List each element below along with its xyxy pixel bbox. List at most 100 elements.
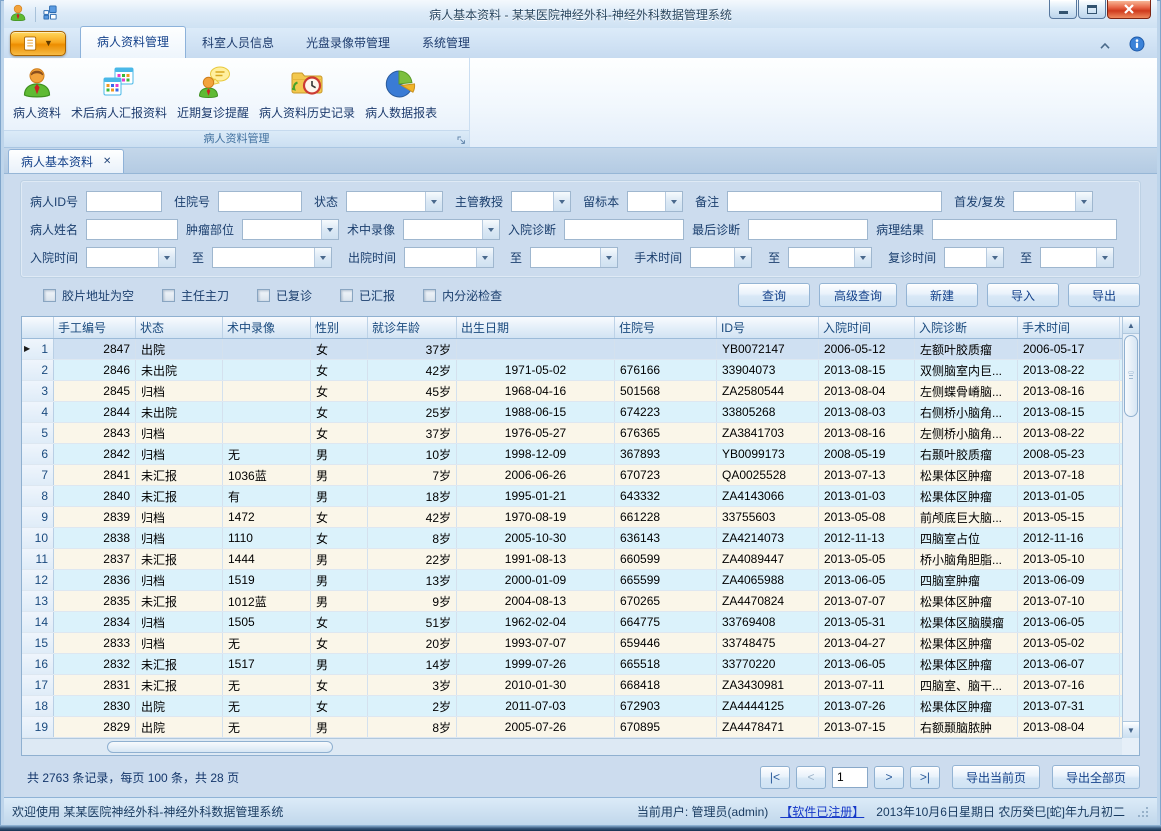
table-row[interactable]: 192829出院无男8岁2005-07-26670895ZA4478471201… (22, 717, 1122, 738)
dropdown-select[interactable] (788, 247, 872, 268)
row-header[interactable]: 19 (22, 717, 54, 737)
row-header[interactable]: 14 (22, 612, 54, 632)
table-row[interactable]: 52843归档女37岁1976-05-27676365ZA38417032013… (22, 423, 1122, 444)
row-header[interactable]: 12 (22, 570, 54, 590)
table-row[interactable]: 42844未出院女25岁1988-06-15674223338052682013… (22, 402, 1122, 423)
row-header[interactable]: 9 (22, 507, 54, 527)
table-row[interactable]: 32845归档女45岁1968-04-16501568ZA25805442013… (22, 381, 1122, 402)
vertical-scrollbar[interactable]: ▲ ▼ (1122, 317, 1139, 738)
table-row[interactable]: 132835未汇报1012蓝男9岁2004-08-13670265ZA44708… (22, 591, 1122, 612)
row-header[interactable]: 16 (22, 654, 54, 674)
chevron-down-icon[interactable] (553, 192, 570, 211)
row-header[interactable]: 8 (22, 486, 54, 506)
action-button[interactable]: 高级查询 (819, 283, 897, 307)
vertical-scroll-thumb[interactable] (1124, 335, 1138, 417)
close-button[interactable] (1107, 0, 1151, 19)
table-row[interactable]: 142834归档1505女51岁1962-02-0466477533769408… (22, 612, 1122, 633)
filter-checkbox[interactable]: 内分泌检查 (423, 287, 502, 304)
column-header[interactable]: 住院号 (615, 317, 717, 338)
next-page-button[interactable]: > (874, 766, 904, 789)
text-input[interactable] (86, 219, 178, 240)
row-header[interactable]: 18 (22, 696, 54, 716)
horizontal-scrollbar[interactable] (22, 738, 1123, 755)
column-header[interactable]: ID号 (717, 317, 819, 338)
row-header[interactable]: ▶1 (22, 339, 54, 359)
table-row[interactable]: ▶12847出院女37岁YB00721472006-05-12左额叶胶质瘤200… (22, 339, 1122, 360)
chevron-down-icon[interactable] (665, 192, 682, 211)
row-header[interactable]: 7 (22, 465, 54, 485)
row-header[interactable]: 13 (22, 591, 54, 611)
chevron-down-icon[interactable] (425, 192, 442, 211)
row-header[interactable]: 6 (22, 444, 54, 464)
action-button[interactable]: 导出 (1068, 283, 1140, 307)
ribbon-button[interactable]: 病人资料 (8, 60, 66, 130)
column-header[interactable]: 出生日期 (457, 317, 615, 338)
chevron-down-icon[interactable] (482, 220, 499, 239)
scroll-up-icon[interactable]: ▲ (1123, 317, 1139, 334)
dropdown-select[interactable] (944, 247, 1004, 268)
table-row[interactable]: 62842归档无男10岁1998-12-09367893YB0099173200… (22, 444, 1122, 465)
ribbon-tab[interactable]: 科室人员信息 (186, 28, 290, 58)
row-header[interactable]: 3 (22, 381, 54, 401)
row-header[interactable]: 4 (22, 402, 54, 422)
dropdown-select[interactable] (530, 247, 618, 268)
row-header[interactable]: 11 (22, 549, 54, 569)
table-row[interactable]: 102838归档1110女8岁2005-10-30636143ZA4214073… (22, 528, 1122, 549)
ribbon-tab[interactable]: 系统管理 (406, 28, 486, 58)
chevron-down-icon[interactable] (734, 248, 751, 267)
table-row[interactable]: 112837未汇报1444男22岁1991-08-13660599ZA40894… (22, 549, 1122, 570)
column-header[interactable]: 术中录像 (223, 317, 311, 338)
chevron-down-icon[interactable] (476, 248, 493, 267)
dropdown-select[interactable] (1040, 247, 1114, 268)
action-button[interactable]: 导入 (987, 283, 1059, 307)
app-logo-icon[interactable] (8, 3, 28, 26)
table-row[interactable]: 82840未汇报有男18岁1995-01-21643332ZA414306620… (22, 486, 1122, 507)
text-input[interactable] (218, 191, 302, 212)
prev-page-button[interactable]: < (796, 766, 826, 789)
chevron-down-icon[interactable] (986, 248, 1003, 267)
action-button[interactable]: 新建 (906, 283, 978, 307)
export-current-page-button[interactable]: 导出当前页 (952, 765, 1040, 789)
row-header[interactable]: 17 (22, 675, 54, 695)
first-page-button[interactable]: |< (760, 766, 790, 789)
text-input[interactable] (86, 191, 162, 212)
row-header[interactable]: 5 (22, 423, 54, 443)
chevron-down-icon[interactable] (321, 220, 338, 239)
info-icon[interactable] (1129, 36, 1145, 55)
chevron-down-icon[interactable] (600, 248, 617, 267)
ribbon-button[interactable]: 病人资料历史记录 (254, 60, 360, 130)
chevron-down-icon[interactable] (854, 248, 871, 267)
column-header[interactable]: 入院时间 (819, 317, 915, 338)
table-row[interactable]: 152833归档无女20岁1993-07-0765944633748475201… (22, 633, 1122, 654)
row-header[interactable]: 10 (22, 528, 54, 548)
chevron-down-icon[interactable] (1096, 248, 1113, 267)
dropdown-select[interactable] (403, 219, 500, 240)
dropdown-select[interactable] (1013, 191, 1093, 212)
chevron-down-icon[interactable] (1075, 192, 1092, 211)
column-header[interactable]: 性别 (311, 317, 368, 338)
action-button[interactable]: 查询 (738, 283, 810, 307)
table-row[interactable]: 182830出院无女2岁2011-07-03672903ZA4444125201… (22, 696, 1122, 717)
dropdown-select[interactable] (346, 191, 443, 212)
page-number-input[interactable] (832, 767, 868, 788)
export-all-pages-button[interactable]: 导出全部页 (1052, 765, 1140, 789)
row-header[interactable]: 15 (22, 633, 54, 653)
table-row[interactable]: 92839归档1472女42岁1970-08-19661228337556032… (22, 507, 1122, 528)
text-input[interactable] (564, 219, 684, 240)
minimize-button[interactable] (1049, 0, 1077, 19)
filter-checkbox[interactable]: 主任主刀 (162, 287, 229, 304)
dropdown-select[interactable] (404, 247, 494, 268)
dialog-launcher-icon[interactable] (457, 134, 466, 150)
filter-checkbox[interactable]: 胶片地址为空 (43, 287, 134, 304)
column-header[interactable]: 手工编号 (54, 317, 136, 338)
column-header[interactable]: 手术时间 (1018, 317, 1120, 338)
text-input[interactable] (748, 219, 868, 240)
resize-grip[interactable] (1137, 806, 1149, 818)
text-input[interactable] (727, 191, 942, 212)
quick-access-icon[interactable] (43, 5, 58, 23)
filter-checkbox[interactable]: 已汇报 (340, 287, 395, 304)
maximize-button[interactable] (1078, 0, 1106, 19)
application-menu-button[interactable]: ▼ (10, 31, 66, 56)
column-header[interactable]: 就诊年龄 (368, 317, 457, 338)
dropdown-select[interactable] (242, 219, 339, 240)
